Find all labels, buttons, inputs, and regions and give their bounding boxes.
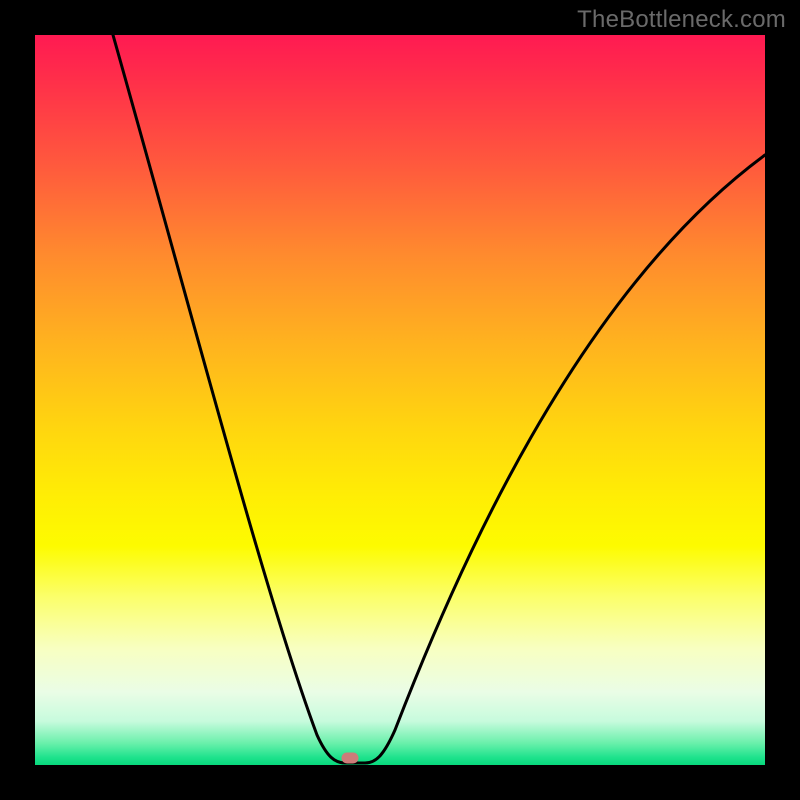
optimal-point-marker [342, 753, 359, 764]
plot-area [35, 35, 765, 765]
curve-path [113, 35, 765, 763]
attribution-label: TheBottleneck.com [577, 6, 786, 34]
bottleneck-curve [35, 35, 765, 765]
chart-frame: TheBottleneck.com [0, 0, 800, 800]
